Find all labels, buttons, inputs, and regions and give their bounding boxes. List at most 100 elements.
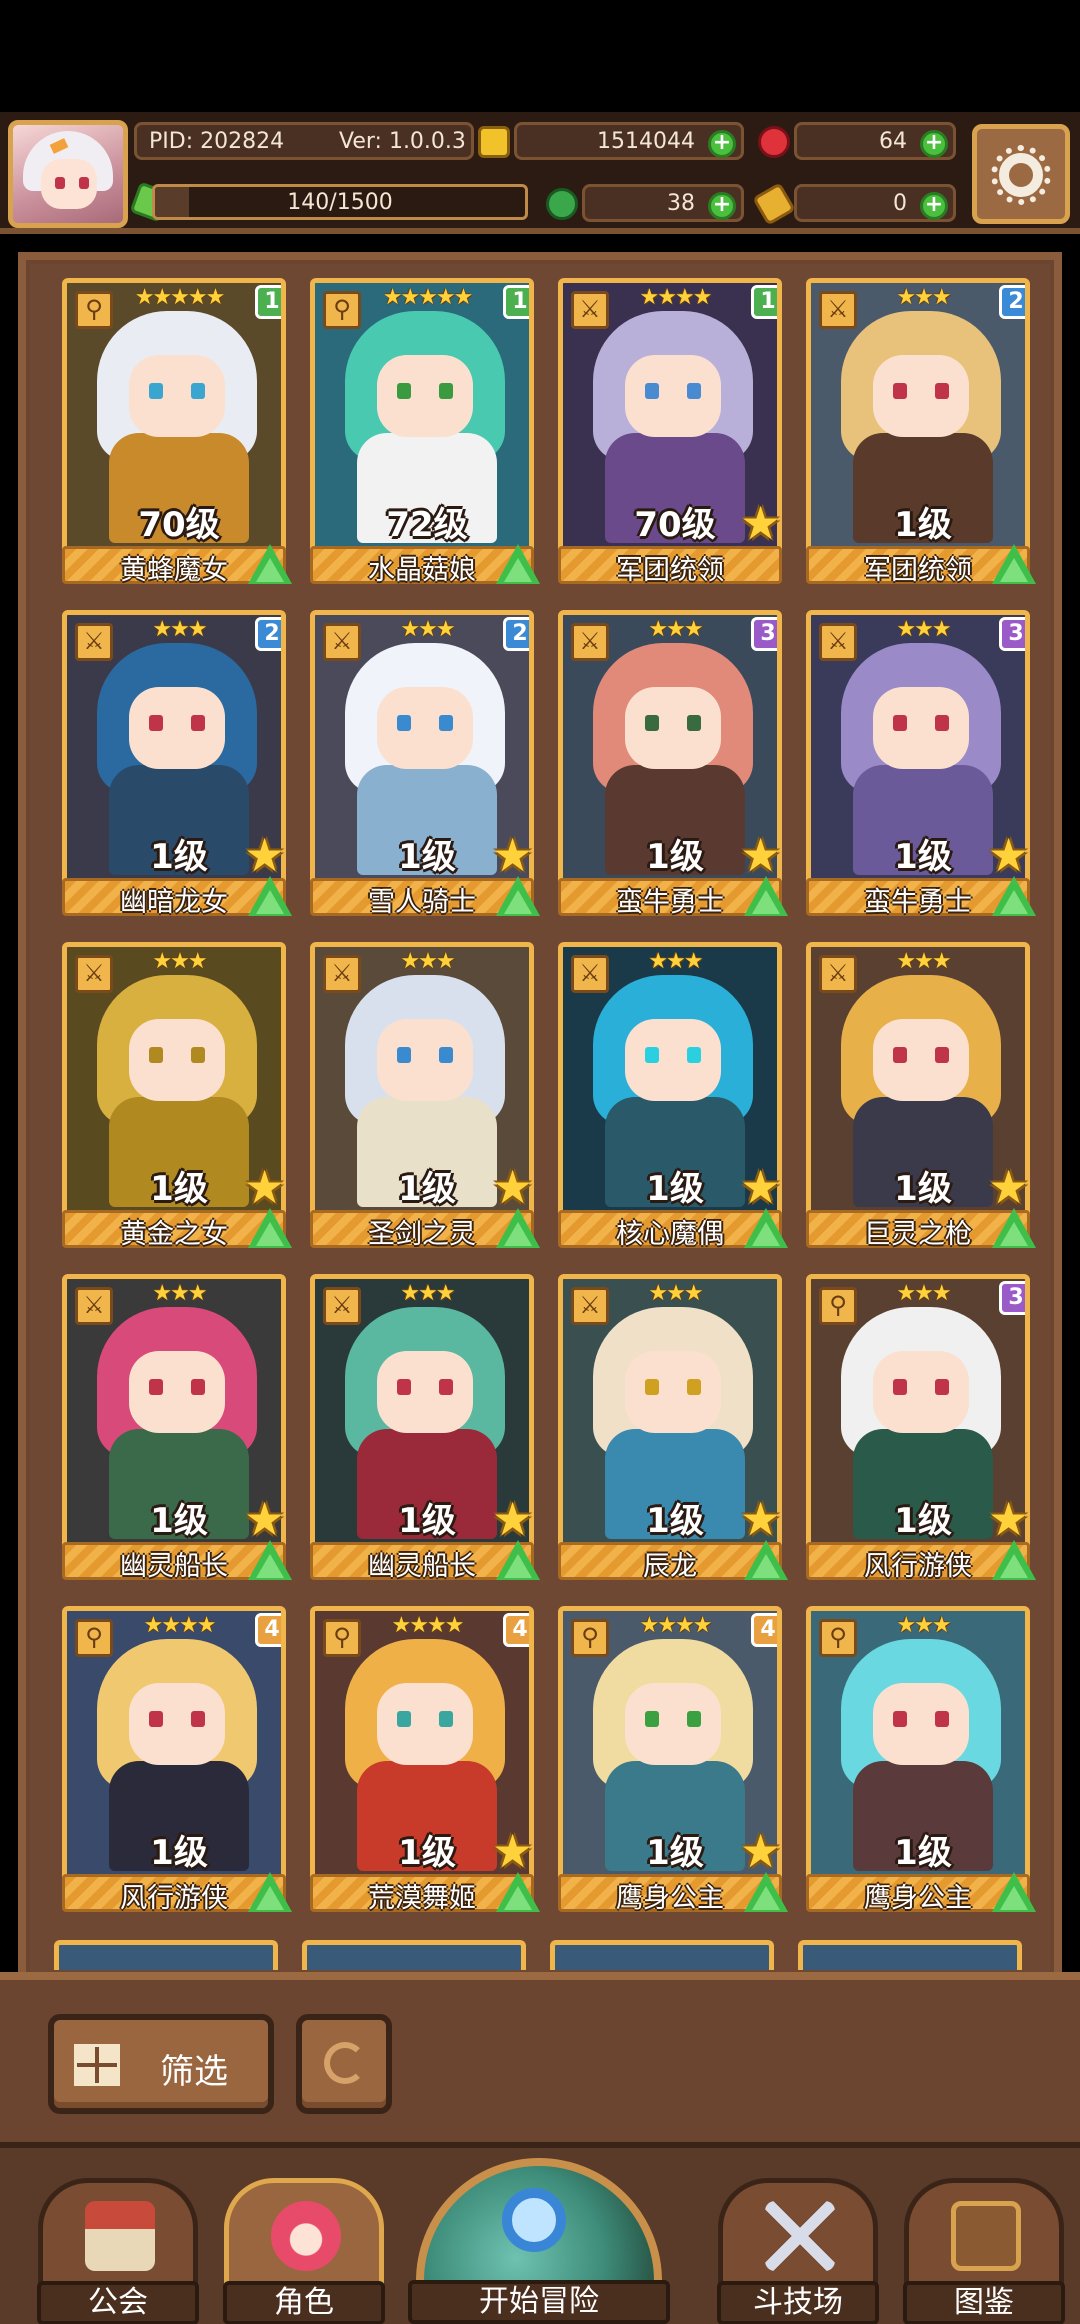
character-card[interactable]: ★★★ ⚔ 1级 幽灵船长 ★ bbox=[62, 1274, 292, 1584]
level-up-arrow-icon bbox=[248, 876, 292, 916]
character-eye bbox=[439, 1379, 453, 1395]
key-amount: 0 bbox=[893, 191, 907, 216]
star-upgrade-icon: ★ bbox=[492, 828, 534, 882]
rank-badge: 2 bbox=[503, 617, 529, 651]
weapon-type-icon: ⚲ bbox=[819, 1619, 857, 1657]
star-upgrade-icon: ★ bbox=[988, 1160, 1030, 1214]
level-up-arrow-icon bbox=[496, 1540, 540, 1580]
character-card[interactable]: ★★★★ ⚲ 4 1级 风行游侠 bbox=[62, 1606, 292, 1916]
weapon-type-icon: ⚔ bbox=[819, 291, 857, 329]
gold-amount: 1514044 bbox=[597, 129, 695, 154]
character-eye bbox=[893, 1711, 907, 1727]
character-card[interactable]: ★★★ ⚔ 2 1级 雪人骑士 ★ bbox=[310, 610, 540, 920]
filter-bar: 筛选 bbox=[0, 1972, 1080, 2142]
weapon-type-icon: ⚔ bbox=[571, 291, 609, 329]
avatar-eye-right bbox=[79, 177, 89, 189]
stamina-text: 140/1500 bbox=[287, 190, 393, 215]
character-eye bbox=[687, 1047, 701, 1063]
character-card[interactable]: ★★★ ⚔ 2 1级 幽暗龙女 ★ bbox=[62, 610, 292, 920]
add-clover-button[interactable]: + bbox=[708, 192, 736, 220]
character-face bbox=[625, 687, 721, 769]
character-face bbox=[625, 1683, 721, 1765]
character-card[interactable]: ★★★★ ⚲ 4 1级 荒漠舞姬 ★ bbox=[310, 1606, 540, 1916]
character-card[interactable]: ★★★ ⚔ 1级 巨灵之枪 ★ bbox=[806, 942, 1036, 1252]
character-card[interactable]: ★★★★★ ⚲ 1 70级 黄蜂魔女 bbox=[62, 278, 292, 588]
next-row-card-peek bbox=[302, 1940, 526, 1970]
level-up-arrow-icon bbox=[992, 876, 1036, 916]
character-card[interactable]: ★★★ ⚔ 3 1级 蛮牛勇士 ★ bbox=[806, 610, 1036, 920]
reset-filter-button[interactable] bbox=[296, 2014, 392, 2114]
level-up-arrow-icon bbox=[248, 1540, 292, 1580]
character-eye bbox=[645, 1047, 659, 1063]
weapon-type-icon: ⚲ bbox=[323, 291, 361, 329]
add-gems-button[interactable]: + bbox=[920, 130, 948, 158]
character-card[interactable]: ★★★★★ ⚲ 1 72级 水晶菇娘 bbox=[310, 278, 540, 588]
filter-label: 筛选 bbox=[160, 2052, 228, 2092]
character-face bbox=[873, 687, 969, 769]
character-card[interactable]: ★★★ ⚔ 1级 核心魔偶 ★ bbox=[558, 942, 788, 1252]
card-frame: ★★★ ⚔ 2 1级 bbox=[806, 278, 1030, 578]
character-eye bbox=[439, 1047, 453, 1063]
clover-amount: 38 bbox=[667, 191, 695, 216]
nav-adventure[interactable]: 开始冒险 bbox=[408, 2152, 670, 2324]
guild-hall-icon bbox=[85, 2201, 155, 2271]
character-eye bbox=[687, 1379, 701, 1395]
nav-arena[interactable]: 斗技场 bbox=[717, 2178, 879, 2324]
character-card[interactable]: ★★★ ⚔ 2 1级 军团统领 bbox=[806, 278, 1036, 588]
card-frame: ★★★ ⚲ 1级 bbox=[806, 1606, 1030, 1906]
star-upgrade-icon: ★ bbox=[988, 828, 1030, 882]
magnifier-icon bbox=[502, 2188, 566, 2252]
character-eye bbox=[645, 383, 659, 399]
level-up-arrow-icon bbox=[992, 1540, 1036, 1580]
character-eye bbox=[893, 715, 907, 731]
character-level: 1级 bbox=[894, 505, 952, 545]
nav-character[interactable]: 角色 bbox=[223, 2178, 385, 2324]
character-grid-panel: ★★★★★ ⚲ 1 70级 黄蜂魔女 ★★★★★ ⚲ 1 72级 水晶菇娘 ★★★★ ⚔ 1 70级 军团统… bbox=[18, 252, 1062, 1974]
character-face bbox=[377, 355, 473, 437]
character-eye bbox=[149, 1047, 163, 1063]
character-card[interactable]: ★★★ ⚲ 1级 鹰身公主 bbox=[806, 1606, 1036, 1916]
settings-button[interactable] bbox=[972, 124, 1070, 224]
character-card[interactable]: ★★★ ⚔ 1级 黄金之女 ★ bbox=[62, 942, 292, 1252]
character-card[interactable]: ★★★★ ⚔ 1 70级 军团统领 ★ bbox=[558, 278, 786, 588]
character-face bbox=[377, 1351, 473, 1433]
level-up-arrow-icon bbox=[744, 1540, 788, 1580]
character-eye bbox=[149, 1711, 163, 1727]
filter-button[interactable]: 筛选 bbox=[48, 2014, 274, 2114]
player-avatar[interactable] bbox=[8, 120, 128, 228]
character-level: 1级 bbox=[894, 1833, 952, 1873]
star-upgrade-icon: ★ bbox=[740, 1824, 782, 1878]
character-face bbox=[377, 687, 473, 769]
bottom-navigation: 公会 角色 开始冒险 斗技场 图鉴 bbox=[0, 2142, 1080, 2324]
character-eye bbox=[893, 1379, 907, 1395]
clover-icon bbox=[546, 188, 578, 220]
character-eye bbox=[439, 1711, 453, 1727]
character-card[interactable]: ★★★ ⚲ 3 1级 风行游侠 ★ bbox=[806, 1274, 1036, 1584]
character-icon bbox=[271, 2201, 341, 2271]
level-up-arrow-icon bbox=[744, 1872, 788, 1912]
character-card[interactable]: ★★★ ⚔ 1级 圣剑之灵 ★ bbox=[310, 942, 540, 1252]
character-eye bbox=[397, 1047, 411, 1063]
nav-codex[interactable]: 图鉴 bbox=[903, 2178, 1065, 2324]
weapon-type-icon: ⚔ bbox=[323, 955, 361, 993]
character-face bbox=[129, 1683, 225, 1765]
level-up-arrow-icon bbox=[248, 1872, 292, 1912]
character-card[interactable]: ★★★ ⚔ 1级 幽灵船长 ★ bbox=[310, 1274, 540, 1584]
star-upgrade-icon: ★ bbox=[492, 1824, 534, 1878]
star-upgrade-icon: ★ bbox=[740, 496, 782, 550]
rank-badge: 4 bbox=[751, 1613, 777, 1647]
nav-guild[interactable]: 公会 bbox=[37, 2178, 199, 2324]
character-name: 军团统领 bbox=[616, 555, 724, 586]
character-card[interactable]: ★★★ ⚔ 1级 辰龙 ★ bbox=[558, 1274, 788, 1584]
grid-icon bbox=[74, 2044, 120, 2086]
character-card[interactable]: ★★★ ⚔ 3 1级 蛮牛勇士 ★ bbox=[558, 610, 788, 920]
character-face bbox=[625, 355, 721, 437]
id-version-row: PID: 202824 Ver: 1.0.0.3 bbox=[134, 122, 474, 160]
weapon-type-icon: ⚲ bbox=[571, 1619, 609, 1657]
character-level: 1级 bbox=[150, 1833, 208, 1873]
character-card[interactable]: ★★★★ ⚲ 4 1级 鹰身公主 ★ bbox=[558, 1606, 788, 1916]
add-gold-button[interactable]: + bbox=[708, 130, 736, 158]
next-row-card-peek bbox=[550, 1940, 774, 1970]
add-key-button[interactable]: + bbox=[920, 192, 948, 220]
character-face bbox=[129, 687, 225, 769]
